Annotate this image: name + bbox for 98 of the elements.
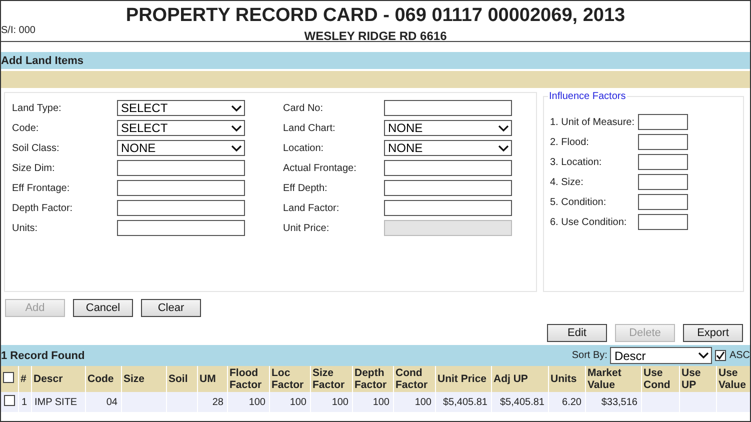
select-field[interactable]: NONE [384,120,512,136]
table-cell: 04 [85,392,121,412]
si-label: S/I: 000 [1,25,36,36]
input-field[interactable] [117,160,245,176]
panel-legend: Influence Factors [548,91,627,102]
table-cell: 100 [227,392,269,412]
table-cell [121,392,166,412]
table-cell [716,392,750,412]
table-cell: 100 [393,392,435,412]
select-field[interactable]: NONE [117,140,245,156]
table-cell [641,392,679,412]
field-label: Land Chart: [283,122,336,134]
chevron-icon [498,144,509,152]
column-header: Units [548,366,585,392]
input-field[interactable] [117,220,245,236]
column-header: Adj UP [491,366,548,392]
field-label: 6. Use Condition: [550,216,628,228]
column-header: Size [121,366,166,392]
address-subtitle: WESLEY RIDGE RD 6616 [304,29,447,43]
chevron-icon [698,352,710,359]
input-field[interactable] [638,134,688,150]
chevron-icon [231,104,242,112]
asc-label: ASC [729,350,750,361]
chevron-icon [231,144,242,152]
column-header: # [18,366,31,392]
column-header: Cond Factor [393,366,435,392]
field-label: Soil Class: [12,142,60,154]
input-field[interactable] [117,200,245,216]
input-field[interactable] [384,100,512,116]
field-label: 1. Unit of Measure: [550,116,636,128]
table-cell [679,392,716,412]
section-title: Add Land Items [1,54,84,66]
field-label: 3. Location: [550,156,603,168]
select-field[interactable]: SELECT [117,120,245,136]
input-field[interactable] [638,154,688,170]
field-label: Units: [12,222,39,234]
table-button[interactable]: Export [683,324,743,342]
column-header: Use Cond [641,366,679,392]
column-header: Loc Factor [269,366,310,392]
field-label: Actual Frontage: [283,162,358,174]
select-field[interactable]: SELECT [117,100,245,116]
input-field[interactable] [638,114,688,130]
row-checkbox[interactable] [4,395,15,406]
field-label: Eff Frontage: [12,182,71,194]
column-header: Flood Factor [227,366,269,392]
field-label: 4. Size: [550,176,584,188]
input-field[interactable] [638,214,688,230]
column-header: UM [197,366,227,392]
field-label: 2. Flood: [550,136,590,148]
field-label: Location: [283,142,325,154]
table-cell: 6.20 [548,392,585,412]
field-label: Code: [12,122,40,134]
table-cell: 28 [197,392,227,412]
page-title: PROPERTY RECORD CARD - 069 01117 00002069, 2013 [126,5,626,26]
table-cell: 100 [310,392,352,412]
input-field[interactable] [117,180,245,196]
table-cell: $5,405.81 [435,392,491,412]
input-field[interactable] [384,160,512,176]
column-header: Size Factor [310,366,352,392]
field-label: Card No: [283,102,324,114]
table-cell: 1 [18,392,31,412]
column-header: Market Value [585,366,641,392]
table-cell: $33,516 [585,392,641,412]
select-field[interactable]: NONE [384,140,512,156]
table-cell: IMP SITE [31,392,85,412]
column-header: Descr [31,366,85,392]
form-button[interactable]: Clear [141,299,201,317]
table-cell [166,392,197,412]
select-all-checkbox[interactable] [3,372,14,383]
column-header: Unit Price [435,366,491,392]
form-button[interactable]: Cancel [73,299,133,317]
sort-label: Sort By: [572,350,608,361]
column-header: Use UP [679,366,716,392]
chevron-icon [231,124,242,132]
record-count: 1 Record Found [1,350,85,362]
field-label: Land Type: [12,102,62,114]
column-header: Use Value [716,366,750,392]
input-field[interactable] [384,180,512,196]
field-label: Unit Price: [283,222,330,234]
input-field[interactable] [638,174,688,190]
check-icon [716,351,726,360]
column-header: Depth Factor [352,366,393,392]
field-label: Size Dim: [12,162,56,174]
asc-checkbox[interactable] [715,350,726,361]
sort-select[interactable]: Descr [610,347,712,364]
column-header: Soil [166,366,197,392]
table-cell: 100 [352,392,393,412]
table-cell: $5,405.81 [491,392,548,412]
column-header: Code [85,366,121,392]
field-label: Land Factor: [283,202,340,214]
field-label: Eff Depth: [283,182,328,194]
field-label: Depth Factor: [12,202,74,214]
table-cell: 100 [269,392,310,412]
table-button[interactable]: Edit [547,324,607,342]
input-field[interactable] [638,194,688,210]
field-label: 5. Condition: [550,196,608,208]
chevron-icon [498,124,509,132]
input-field[interactable] [384,200,512,216]
